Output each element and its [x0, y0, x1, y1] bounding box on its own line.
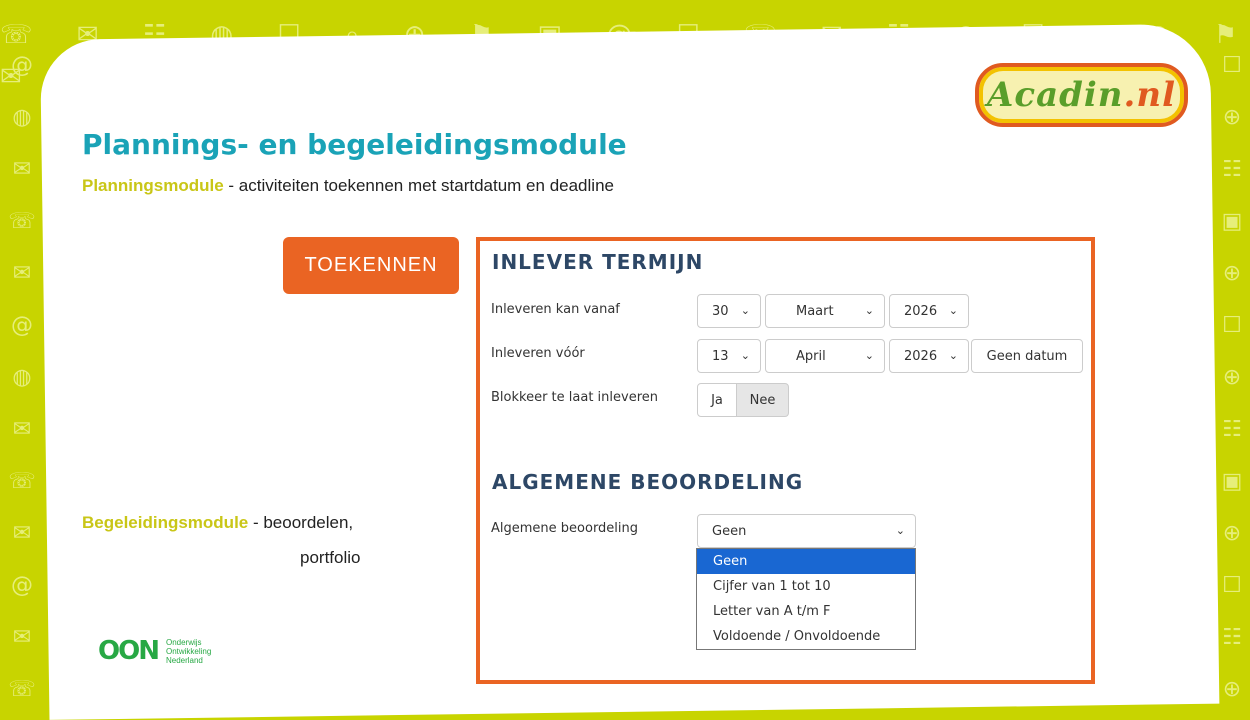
- start-day-select[interactable]: 30 ⌄: [697, 294, 761, 328]
- acadin-logo: Acadin .nl: [975, 63, 1188, 127]
- end-month-select[interactable]: April ⌄: [765, 339, 885, 373]
- start-month-select[interactable]: Maart ⌄: [765, 294, 885, 328]
- logo-suffix-text: .nl: [1123, 75, 1176, 115]
- subtitle-highlight: Planningsmodule: [82, 176, 224, 195]
- end-year-value: 2026: [904, 348, 938, 364]
- chevron-down-icon: ⌄: [895, 524, 905, 537]
- subtitle-text: - activiteiten toekennen met startdatum …: [223, 176, 614, 195]
- grading-option[interactable]: Cijfer van 1 tot 10: [697, 574, 915, 599]
- end-year-select[interactable]: 2026 ⌄: [889, 339, 969, 373]
- oon-logo-line: Ontwikkeling: [165, 646, 212, 656]
- chevron-down-icon: ⌄: [864, 304, 874, 317]
- grading-option[interactable]: Voldoende / Onvoldoende: [697, 624, 915, 649]
- chevron-down-icon: ⌄: [948, 304, 958, 317]
- chevron-down-icon: ⌄: [948, 349, 958, 362]
- grading-option[interactable]: Letter van A t/m F: [697, 599, 915, 624]
- chevron-down-icon: ⌄: [864, 349, 874, 362]
- start-day-value: 30: [712, 303, 729, 319]
- guidance-module-text: Begeleidingsmodule - beoordelen,: [82, 513, 353, 533]
- oon-logo-line: Nederland: [165, 655, 203, 665]
- grading-section-heading: ALGEMENE BEOORDELING: [492, 470, 804, 494]
- start-year-value: 2026: [904, 303, 938, 319]
- grading-label: Algemene beoordeling: [491, 521, 639, 536]
- oon-logo-text: Onderwijs Ontwikkeling Nederland: [166, 638, 211, 665]
- page-subtitle: Planningsmodule - activiteiten toekennen…: [82, 176, 614, 196]
- page-title: Plannings- en begeleidingsmodule: [82, 128, 627, 161]
- deadline-section-heading: INLEVER TERMIJN: [492, 250, 704, 274]
- block-late-no-button[interactable]: Nee: [736, 383, 789, 417]
- start-date-label: Inleveren kan vanaf: [491, 302, 620, 317]
- end-day-value: 13: [712, 348, 729, 364]
- end-day-select[interactable]: 13 ⌄: [697, 339, 761, 373]
- no-date-button[interactable]: Geen datum: [971, 339, 1083, 373]
- grading-select[interactable]: Geen ⌄: [697, 514, 916, 548]
- assign-button[interactable]: TOEKENNEN: [283, 237, 459, 294]
- oon-logo: OON Onderwijs Ontwikkeling Nederland: [98, 636, 211, 666]
- logo-main-text: Acadin: [986, 75, 1124, 115]
- block-late-yes-button[interactable]: Ja: [697, 383, 737, 417]
- grading-select-value: Geen: [712, 523, 747, 539]
- grading-dropdown-list: Geen Cijfer van 1 tot 10 Letter van A t/…: [696, 548, 916, 650]
- chevron-down-icon: ⌄: [740, 304, 750, 317]
- end-month-value: April: [796, 348, 826, 364]
- guidance-rest: - beoordelen,: [248, 513, 354, 532]
- grading-option[interactable]: Geen: [697, 549, 915, 574]
- start-year-select[interactable]: 2026 ⌄: [889, 294, 969, 328]
- guidance-module-line2: portfolio: [300, 548, 361, 567]
- block-late-label: Blokkeer te laat inleveren: [491, 390, 659, 405]
- guidance-highlight: Begeleidingsmodule: [82, 513, 249, 532]
- oon-logo-line: Onderwijs: [165, 637, 202, 647]
- start-month-value: Maart: [796, 303, 834, 319]
- chevron-down-icon: ⌄: [740, 349, 750, 362]
- end-date-label: Inleveren vóór: [491, 346, 585, 361]
- oon-logo-mark: OON: [98, 636, 160, 666]
